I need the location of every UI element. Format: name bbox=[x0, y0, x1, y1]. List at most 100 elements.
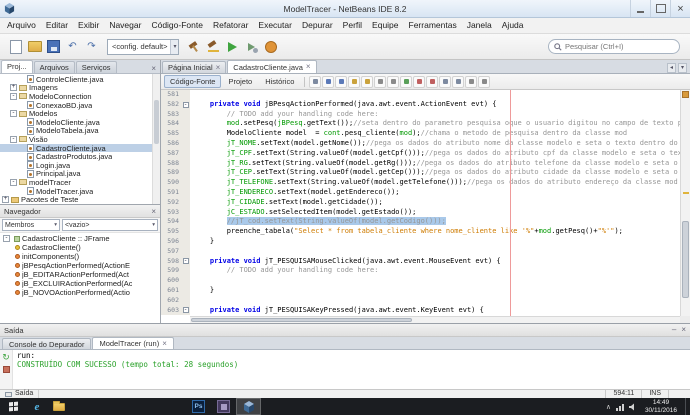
menu-item[interactable]: Código-Fonte bbox=[146, 18, 208, 33]
tree-item[interactable]: ConexaoBD.java bbox=[0, 101, 160, 110]
debug-icon[interactable] bbox=[244, 39, 259, 54]
maximize-button[interactable] bbox=[650, 0, 670, 17]
save-all-icon[interactable] bbox=[46, 39, 61, 54]
code-line[interactable]: 600 bbox=[161, 276, 680, 286]
close-panel-icon[interactable]: × bbox=[681, 326, 686, 334]
editor-tab[interactable]: Página Inicial× bbox=[162, 61, 226, 73]
menu-item[interactable]: Exibir bbox=[73, 18, 104, 33]
menu-item[interactable]: Ferramentas bbox=[404, 18, 462, 33]
menu-item[interactable]: Executar bbox=[253, 18, 297, 33]
navigator-view-combobox[interactable]: Membros ▾ bbox=[2, 219, 60, 231]
code-line[interactable]: 599 // TODO add your handling code here: bbox=[161, 266, 680, 276]
menu-item[interactable]: Refatorar bbox=[208, 18, 253, 33]
tree-item[interactable]: -modelTracer bbox=[0, 178, 160, 187]
navigator-item[interactable]: initComponents() bbox=[0, 252, 160, 261]
last-edit-icon[interactable] bbox=[309, 76, 321, 88]
menu-item[interactable]: Perfil bbox=[338, 18, 367, 33]
tree-item[interactable]: -ModeloConnection bbox=[0, 92, 160, 101]
vertical-scroll-thumb[interactable] bbox=[682, 221, 689, 298]
menu-item[interactable]: Navegar bbox=[104, 18, 146, 33]
code-line[interactable]: 596 } bbox=[161, 237, 680, 247]
internet-explorer-taskbar-icon[interactable]: e bbox=[26, 398, 48, 415]
expand-handle-icon[interactable]: + bbox=[10, 84, 17, 91]
photoshop-taskbar-icon[interactable]: Ps bbox=[186, 398, 211, 415]
view-button[interactable]: Histórico bbox=[259, 75, 300, 88]
show-desktop-button[interactable] bbox=[685, 398, 689, 415]
tree-item[interactable]: Login.java bbox=[0, 161, 160, 170]
previous-bookmark-icon[interactable] bbox=[374, 76, 386, 88]
code-line[interactable]: 594 //jT_cod.setText(String.valueOf(mode… bbox=[161, 217, 680, 227]
view-button[interactable]: Projeto bbox=[222, 75, 258, 88]
fold-marker-icon[interactable]: - bbox=[183, 307, 189, 313]
code-line[interactable]: 587 jT_CPF.setText(String.valueOf(model.… bbox=[161, 149, 680, 159]
build-icon[interactable] bbox=[187, 39, 202, 54]
rerun-button[interactable]: ↻ bbox=[2, 353, 11, 362]
next-error-icon[interactable] bbox=[426, 76, 438, 88]
output-text[interactable]: run:CONSTRUÍDO COM SUCESSO (tempo total:… bbox=[13, 350, 690, 389]
back-icon[interactable] bbox=[322, 76, 334, 88]
code-line[interactable]: 588 jT_RG.setText(String.valueOf(model.g… bbox=[161, 159, 680, 169]
profile-icon[interactable] bbox=[263, 39, 278, 54]
tree-item[interactable]: +Pacotes de Teste bbox=[0, 195, 160, 204]
tray-network-icon[interactable] bbox=[616, 403, 624, 411]
tree-item[interactable]: +Imagens bbox=[0, 84, 160, 93]
collapse-handle-icon[interactable]: - bbox=[10, 179, 17, 186]
code-line[interactable]: 581 bbox=[161, 90, 680, 100]
previous-error-icon[interactable] bbox=[413, 76, 425, 88]
code-line[interactable]: 586 jT_NOME.setText(model.getNome());//p… bbox=[161, 139, 680, 149]
close-panel-icon[interactable]: × bbox=[147, 64, 160, 73]
clean-build-icon[interactable] bbox=[206, 39, 221, 54]
comment-icon[interactable] bbox=[439, 76, 451, 88]
explorer-tab[interactable]: Serviços bbox=[76, 61, 117, 73]
start-button[interactable] bbox=[0, 398, 26, 415]
file-explorer-taskbar-icon[interactable] bbox=[48, 398, 70, 415]
tree-item[interactable]: ModeloTabela.java bbox=[0, 127, 160, 136]
explorer-tab[interactable]: Arquivos bbox=[34, 61, 75, 73]
code-line[interactable]: 597 bbox=[161, 247, 680, 257]
menu-item[interactable]: Editar bbox=[41, 18, 73, 33]
code-line[interactable]: 593 jC_ESTADO.setSelectedItem(model.getE… bbox=[161, 208, 680, 218]
tree-item[interactable]: -Modelos bbox=[0, 109, 160, 118]
close-button[interactable]: × bbox=[670, 0, 690, 17]
code-line[interactable]: 598- private void jT_PESQUISAMouseClicke… bbox=[161, 257, 680, 267]
run-icon[interactable] bbox=[225, 39, 240, 54]
output-tab[interactable]: ModelTracer (run)× bbox=[92, 337, 173, 349]
navigator-item[interactable]: CadastroCliente() bbox=[0, 243, 160, 252]
generic-app-taskbar-icon[interactable] bbox=[211, 398, 236, 415]
fold-marker-icon[interactable]: - bbox=[183, 102, 189, 108]
navigator-item[interactable]: jBPesqActionPerformed(ActionE bbox=[0, 261, 160, 270]
code-line[interactable]: 591 jT_ENDERECO.setText(model.getEnderec… bbox=[161, 188, 680, 198]
search-input[interactable] bbox=[565, 42, 674, 51]
minimize-panel-icon[interactable]: – bbox=[672, 326, 676, 334]
taskbar-clock[interactable]: 14:49 30/11/2016 bbox=[642, 399, 680, 414]
fold-marker-icon[interactable]: - bbox=[183, 258, 189, 264]
menu-item[interactable]: Janela bbox=[462, 18, 497, 33]
close-tab-icon[interactable]: × bbox=[306, 64, 311, 70]
navigator-item[interactable]: jB_EDITARActionPerformed(Act bbox=[0, 270, 160, 279]
collapse-handle-icon[interactable]: - bbox=[10, 110, 17, 117]
navigator-item[interactable]: jB_NOVOActionPerformed(Actio bbox=[0, 288, 160, 297]
tree-item[interactable]: CadastroCliente.java bbox=[0, 144, 160, 153]
search-box[interactable] bbox=[548, 39, 680, 54]
view-button[interactable]: Código-Fonte bbox=[164, 75, 221, 88]
close-tab-icon[interactable]: × bbox=[162, 341, 167, 347]
tree-item[interactable]: ModelTracer.java bbox=[0, 187, 160, 196]
close-tab-icon[interactable]: × bbox=[216, 65, 221, 71]
tray-chevron-icon[interactable]: ∧ bbox=[606, 403, 611, 411]
editor-tab[interactable]: CadastroCliente.java× bbox=[227, 60, 316, 73]
expand-handle-icon[interactable]: + bbox=[2, 196, 9, 203]
uncomment-icon[interactable] bbox=[452, 76, 464, 88]
config-combobox[interactable]: <config. default> ▾ bbox=[107, 39, 179, 55]
stop-button[interactable] bbox=[3, 366, 10, 373]
horizontal-scroll-thumb[interactable] bbox=[191, 318, 412, 322]
code-line[interactable]: 603- private void jT_PESQUISAKeyPressed(… bbox=[161, 306, 680, 316]
code-line[interactable]: 595 preenche_tabela("Select * from tabel… bbox=[161, 227, 680, 237]
indent-right-icon[interactable] bbox=[478, 76, 490, 88]
editor-vertical-scrollbar[interactable] bbox=[680, 90, 690, 316]
output-tab[interactable]: Console do Depurador bbox=[2, 338, 91, 349]
code-line[interactable]: 592 jT_CIDADE.setText(model.getCidade())… bbox=[161, 198, 680, 208]
tree-item[interactable]: -Visão bbox=[0, 135, 160, 144]
open-project-icon[interactable] bbox=[27, 39, 42, 54]
netbeans-taskbar-icon[interactable] bbox=[236, 398, 261, 415]
collapse-handle-icon[interactable]: - bbox=[10, 136, 17, 143]
